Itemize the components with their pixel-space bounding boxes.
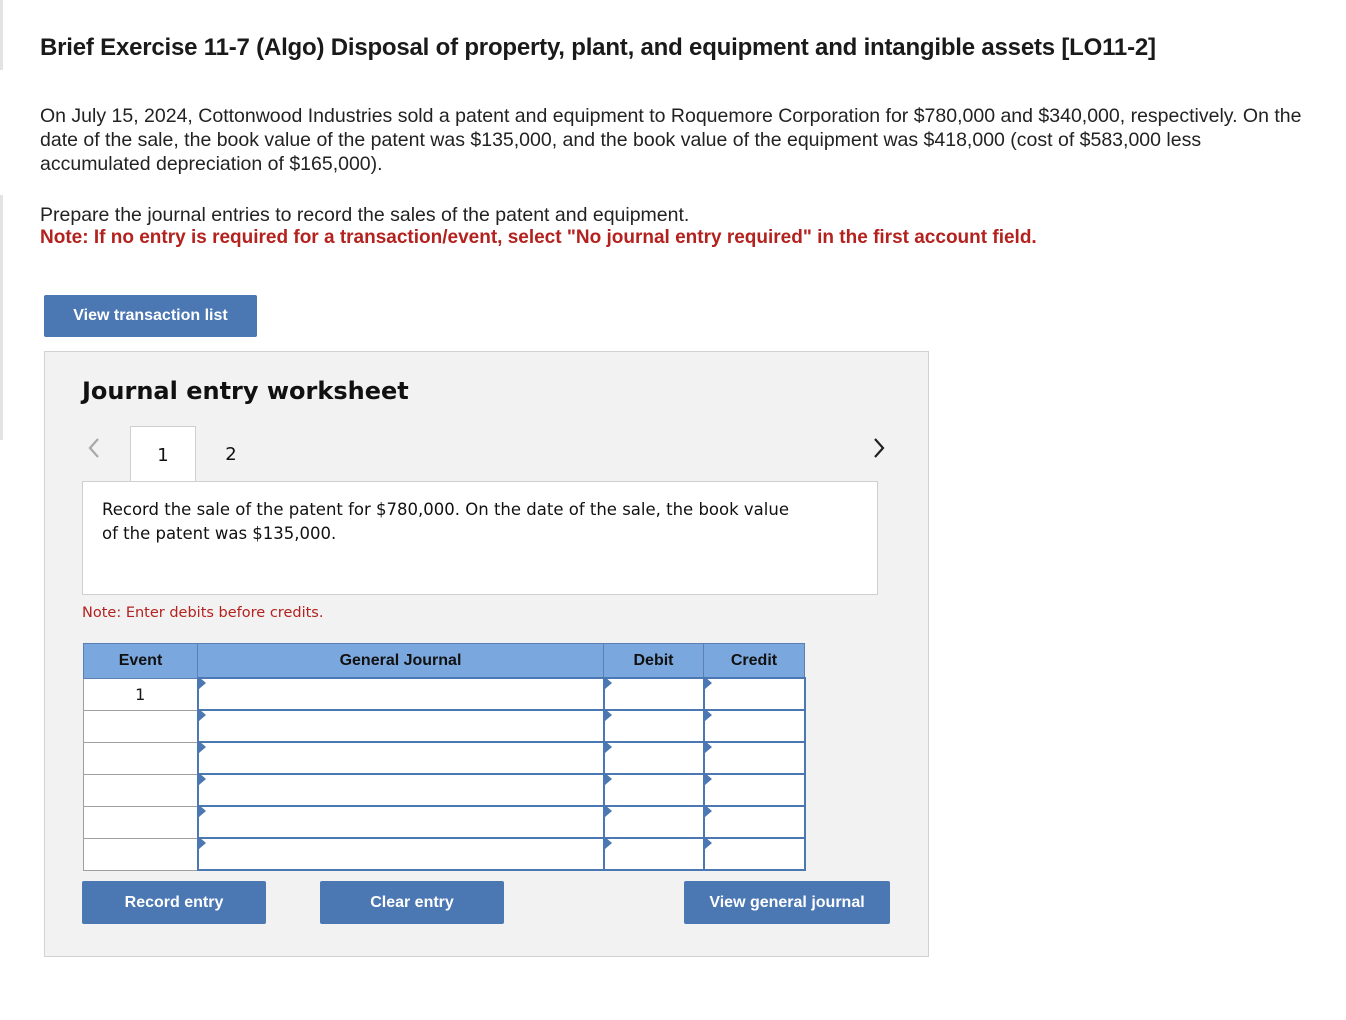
journal-entry-worksheet: Journal entry worksheet 1 2 Record the s… bbox=[44, 351, 929, 957]
event-cell bbox=[83, 805, 198, 839]
debit-input[interactable] bbox=[602, 837, 705, 871]
record-entry-button[interactable]: Record entry bbox=[82, 881, 266, 924]
debit-input[interactable] bbox=[602, 709, 705, 743]
input-marker-icon bbox=[604, 677, 612, 689]
journal-header-row: Event General Journal Debit Credit bbox=[83, 643, 805, 679]
event-cell bbox=[83, 837, 198, 871]
chevron-left-icon[interactable] bbox=[82, 434, 106, 462]
table-row bbox=[83, 773, 806, 807]
view-general-journal-button[interactable]: View general journal bbox=[684, 881, 890, 924]
dropdown-marker-icon bbox=[198, 741, 206, 753]
tab-1[interactable]: 1 bbox=[130, 426, 196, 483]
column-header-general-journal: General Journal bbox=[197, 643, 604, 679]
input-marker-icon bbox=[704, 837, 712, 849]
tab-label: 1 bbox=[157, 444, 169, 466]
credit-input[interactable] bbox=[702, 805, 806, 839]
dropdown-marker-icon bbox=[198, 677, 206, 689]
input-marker-icon bbox=[604, 773, 612, 785]
tab-2[interactable]: 2 bbox=[198, 426, 264, 482]
event-cell bbox=[83, 741, 198, 775]
column-header-credit: Credit bbox=[703, 643, 805, 679]
account-input[interactable] bbox=[196, 773, 605, 807]
table-row bbox=[83, 837, 806, 871]
credit-input[interactable] bbox=[702, 773, 806, 807]
journal-table: Event General Journal Debit Credit 1 bbox=[83, 643, 806, 871]
debit-input[interactable] bbox=[602, 741, 705, 775]
table-row bbox=[83, 709, 806, 743]
dropdown-marker-icon bbox=[198, 709, 206, 721]
table-row bbox=[83, 741, 806, 775]
page: Brief Exercise 11-7 (Algo) Disposal of p… bbox=[0, 0, 1346, 1020]
column-header-debit: Debit bbox=[603, 643, 704, 679]
transaction-description: Record the sale of the patent for $780,0… bbox=[102, 500, 789, 543]
page-title: Brief Exercise 11-7 (Algo) Disposal of p… bbox=[40, 34, 1156, 61]
input-marker-icon bbox=[704, 773, 712, 785]
account-input[interactable] bbox=[196, 677, 605, 711]
problem-paragraph: On July 15, 2024, Cottonwood Industries … bbox=[40, 105, 1302, 175]
input-marker-icon bbox=[704, 677, 712, 689]
input-marker-icon bbox=[604, 709, 612, 721]
debit-input[interactable] bbox=[602, 677, 705, 711]
credit-input[interactable] bbox=[702, 677, 806, 711]
column-header-event: Event bbox=[83, 643, 198, 679]
account-input[interactable] bbox=[196, 741, 605, 775]
debit-input[interactable] bbox=[602, 805, 705, 839]
credit-input[interactable] bbox=[702, 709, 806, 743]
event-cell bbox=[83, 709, 198, 743]
tab-label: 2 bbox=[225, 443, 237, 465]
credit-input[interactable] bbox=[702, 837, 806, 871]
instruction-paragraph: Prepare the journal entries to record th… bbox=[40, 204, 690, 226]
table-row: 1 bbox=[83, 677, 806, 711]
view-transaction-list-button[interactable]: View transaction list bbox=[44, 295, 257, 337]
input-marker-icon bbox=[604, 837, 612, 849]
account-input[interactable] bbox=[196, 837, 605, 871]
input-marker-icon bbox=[704, 709, 712, 721]
event-cell bbox=[83, 773, 198, 807]
event-cell: 1 bbox=[83, 677, 198, 711]
credit-input[interactable] bbox=[702, 741, 806, 775]
input-marker-icon bbox=[704, 741, 712, 753]
dropdown-marker-icon bbox=[198, 837, 206, 849]
account-input[interactable] bbox=[196, 805, 605, 839]
clear-entry-button[interactable]: Clear entry bbox=[320, 881, 504, 924]
worksheet-title: Journal entry worksheet bbox=[82, 377, 409, 405]
debit-input[interactable] bbox=[602, 773, 705, 807]
chevron-right-icon[interactable] bbox=[867, 434, 891, 462]
input-marker-icon bbox=[604, 805, 612, 817]
dropdown-marker-icon bbox=[198, 805, 206, 817]
account-input[interactable] bbox=[196, 709, 605, 743]
input-marker-icon bbox=[604, 741, 612, 753]
edge-divider bbox=[0, 195, 3, 440]
edge-divider bbox=[0, 0, 3, 70]
input-marker-icon bbox=[704, 805, 712, 817]
table-row bbox=[83, 805, 806, 839]
no-entry-note: Note: If no entry is required for a tran… bbox=[40, 227, 1037, 248]
transaction-description-box: Record the sale of the patent for $780,0… bbox=[82, 481, 878, 595]
dropdown-marker-icon bbox=[198, 773, 206, 785]
debits-credits-note: Note: Enter debits before credits. bbox=[82, 605, 324, 621]
